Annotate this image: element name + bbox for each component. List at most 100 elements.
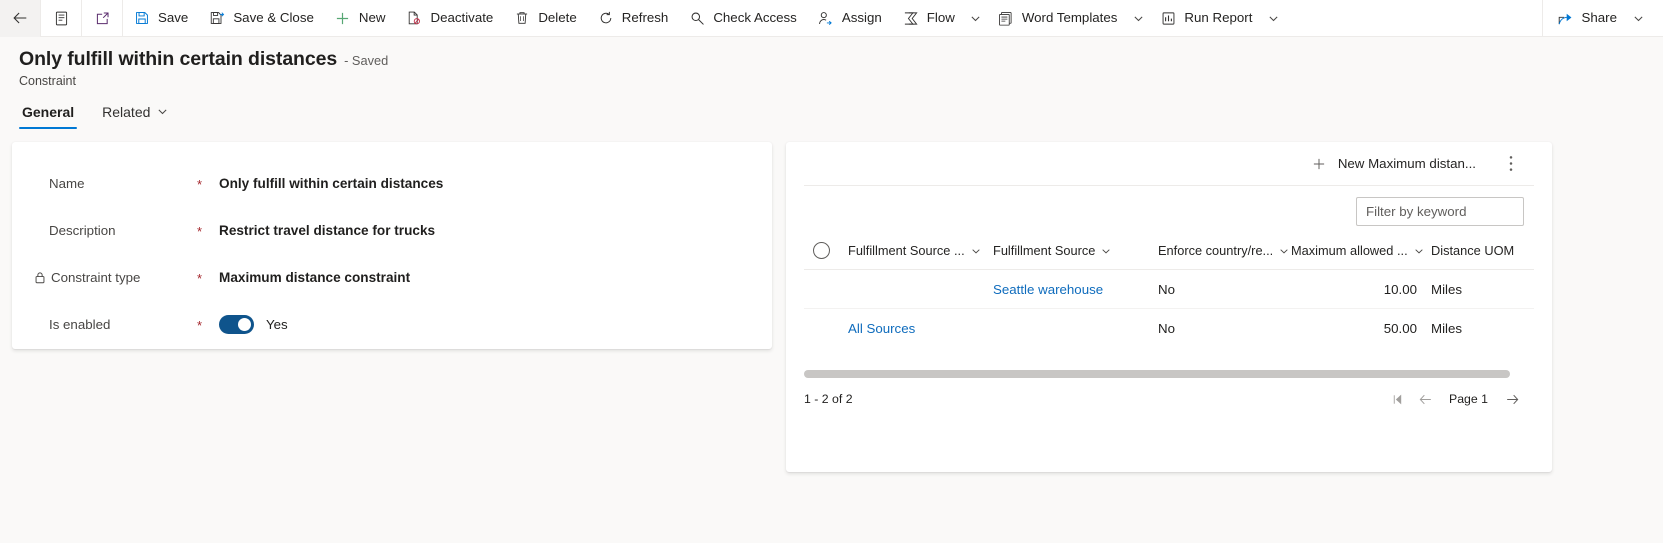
horizontal-scrollbar-wrap [804,370,1534,378]
column-header-maximum-allowed[interactable]: Maximum allowed ... [1291,232,1431,270]
chevron-down-icon [1101,246,1111,256]
cell-fulfillment-source-group: All Sources [848,309,993,348]
chevron-down-icon [971,246,981,256]
back-arrow-icon [11,9,29,27]
save-label: Save [158,10,189,26]
field-name-value[interactable]: Only fulfill within certain distances [219,176,443,191]
save-and-close-button[interactable]: Save & Close [198,0,324,37]
filter-by-keyword-input[interactable] [1356,197,1524,226]
horizontal-scrollbar-track[interactable] [804,370,1510,378]
required-indicator: * [197,271,203,286]
share-caret-button[interactable] [1627,0,1649,37]
record-count-label: 1 - 2 of 2 [804,392,853,406]
assign-button[interactable]: Assign [807,0,892,37]
field-name-label-text: Name [49,176,85,191]
open-in-new-window-icon [94,10,111,27]
fulfillment-source-group-link[interactable]: All Sources [848,321,915,336]
field-description-label: Description [49,223,197,238]
share-button[interactable]: Share [1543,0,1627,37]
subgrid-filter-row [804,186,1534,226]
previous-page-button[interactable] [1411,385,1439,413]
first-page-icon [1391,393,1404,406]
pagination-controls: Page 1 [1383,385,1526,413]
column-header-label: Maximum allowed ... [1291,243,1408,258]
column-header-distance-uom[interactable]: Distance UOM [1431,232,1541,270]
cell-fulfillment-source: Seattle warehouse [993,270,1158,309]
refresh-button[interactable]: Refresh [587,0,679,37]
delete-label: Delete [538,10,577,26]
new-label: New [358,10,386,26]
back-button[interactable] [0,0,40,37]
trash-icon [513,9,531,27]
next-page-button[interactable] [1498,385,1526,413]
flow-icon [902,9,920,27]
field-is-enabled: Is enabled * Yes [12,301,772,348]
first-page-button[interactable] [1383,385,1411,413]
table-row[interactable]: Seattle warehouse No 10.00 Miles [804,270,1534,309]
column-header-fulfillment-source[interactable]: Fulfillment Source [993,232,1158,270]
form-content: Name * Only fulfill within certain dista… [0,129,1663,472]
flow-caret-button[interactable] [965,0,987,37]
required-indicator: * [197,177,203,192]
form-list-icon [53,10,70,27]
table-row[interactable]: All Sources No 50.00 Miles [804,309,1534,348]
column-header-fulfillment-source-group[interactable]: Fulfillment Source ... [848,232,993,270]
tab-general-label: General [22,103,75,120]
chevron-down-icon [970,13,981,24]
run-report-label: Run Report [1184,10,1253,26]
chevron-down-icon [1268,13,1279,24]
field-constraint-type-label: Constraint type [34,270,197,285]
previous-page-icon [1418,392,1433,407]
field-description: Description * Restrict travel distance f… [12,207,772,254]
next-page-icon [1505,392,1520,407]
new-maximum-distance-label: New Maximum distan... [1337,156,1476,171]
check-access-button[interactable]: Check Access [678,0,807,37]
flow-button[interactable]: Flow [892,0,965,37]
report-icon [1159,9,1177,27]
key-icon [688,9,706,27]
popout-button[interactable] [82,0,122,37]
cell-maximum-allowed: 50.00 [1383,321,1417,336]
new-maximum-distance-button[interactable]: New Maximum distan... [1302,150,1484,178]
share-icon [1557,9,1575,27]
column-header-label: Fulfillment Source ... [848,243,965,258]
column-header-label: Fulfillment Source [993,243,1096,258]
new-button[interactable]: New [324,0,396,37]
plus-icon [334,9,352,27]
toggle-knob [238,318,251,331]
fulfillment-source-link[interactable]: Seattle warehouse [993,282,1103,297]
tab-related[interactable]: Related [99,101,171,129]
subgrid-footer: 1 - 2 of 2 Page 1 [804,378,1534,420]
word-template-icon [997,9,1015,27]
tab-general[interactable]: General [19,101,78,129]
general-section-card: Name * Only fulfill within certain dista… [12,142,772,349]
entity-type-label: Constraint [19,74,76,88]
cell-distance-uom: Miles [1431,281,1463,297]
save-button[interactable]: Save [123,0,198,37]
tab-related-label: Related [102,103,151,120]
command-bar-left: Save Save & Close New Deactivate Delete … [0,0,1284,37]
column-header-enforce-country[interactable]: Enforce country/re... [1158,232,1291,270]
field-description-value[interactable]: Restrict travel distance for trucks [219,223,435,238]
run-report-caret-button[interactable] [1262,0,1284,37]
select-all-circle-icon [813,242,830,259]
horizontal-scrollbar-thumb[interactable] [804,370,1510,378]
field-constraint-type: Constraint type * Maximum distance const… [12,254,772,301]
chevron-down-icon [1133,13,1144,24]
lock-icon [34,271,46,284]
maximum-distance-subgrid-card: New Maximum distan... Fulfillment [786,142,1552,472]
command-bar-right: Share [1541,0,1663,37]
field-name: Name * Only fulfill within certain dista… [12,160,772,207]
select-all-rows-button[interactable] [804,242,848,259]
deactivate-label: Deactivate [430,10,494,26]
delete-button[interactable]: Delete [503,0,586,37]
save-status-text: - Saved [344,53,389,68]
form-selector-button[interactable] [41,0,81,37]
word-templates-button[interactable]: Word Templates [987,0,1128,37]
save-and-close-label: Save & Close [233,10,314,26]
word-templates-caret-button[interactable] [1127,0,1149,37]
is-enabled-toggle[interactable] [219,315,254,334]
deactivate-button[interactable]: Deactivate [395,0,503,37]
run-report-button[interactable]: Run Report [1149,0,1262,37]
subgrid-more-commands-button[interactable] [1498,149,1524,179]
